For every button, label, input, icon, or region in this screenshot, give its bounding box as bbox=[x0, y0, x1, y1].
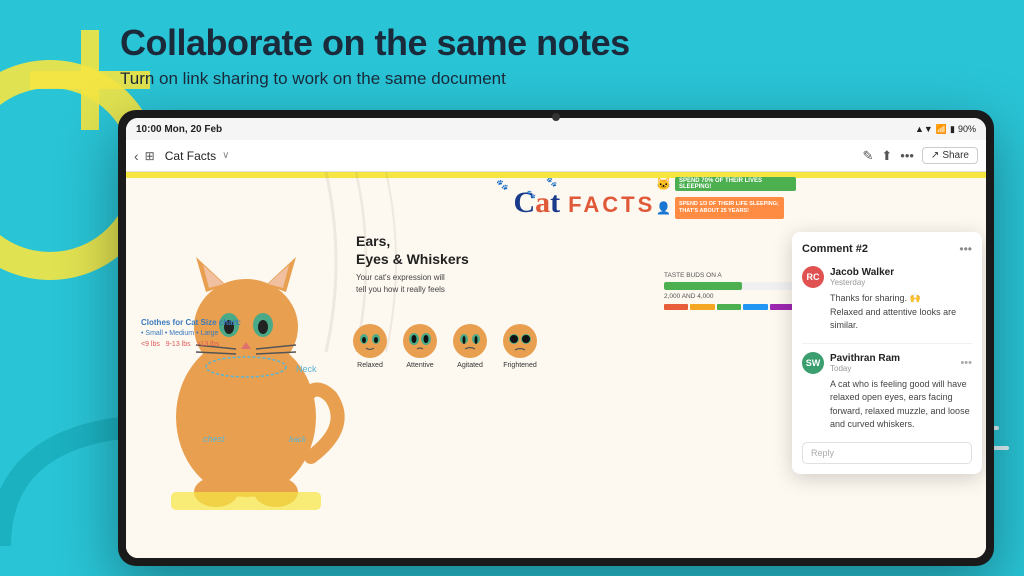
cat-emoji-1: 🐱 bbox=[656, 177, 671, 191]
ears-section-desc: Your cat's expression willtell you how i… bbox=[356, 272, 556, 294]
more-icon[interactable]: ••• bbox=[900, 148, 914, 163]
pencil-icon[interactable]: ✎ bbox=[862, 148, 873, 164]
facts-word: FACTS bbox=[568, 192, 655, 218]
battery-icon: ▮ bbox=[950, 124, 955, 135]
ears-section-title: Ears,Eyes & Whiskers bbox=[356, 232, 556, 268]
size-chart-title: Clothes for Cat Size chart: bbox=[141, 317, 241, 329]
status-icons: ▲▼ 📶 ▮ 90% bbox=[915, 124, 976, 135]
infographic-section: 🐱 SPEND 70% OF THEIR LIVES SLEEPING! 👤 bbox=[656, 177, 796, 225]
title-chevron: ∨ bbox=[222, 150, 229, 161]
svg-text:back: back bbox=[289, 435, 307, 444]
expr-attentive-label: Attentive bbox=[401, 362, 439, 369]
header-area: Collaborate on the same notes Turn on li… bbox=[120, 22, 904, 89]
chart-label-1: TASTE BUDS ON A bbox=[664, 272, 794, 279]
comment-time-2: Today bbox=[830, 364, 954, 373]
comment-item-menu-2[interactable]: ••• bbox=[960, 357, 972, 369]
comment-panel: Comment #2 ••• RC Jacob Walker Yesterday bbox=[792, 232, 982, 474]
comment-user-row-1: RC Jacob Walker Yesterday bbox=[802, 266, 972, 288]
size-chart-sizes: • Small • Medium • Large bbox=[141, 329, 241, 340]
bar1-label: SPEND 70% OF THEIR LIVES SLEEPING! bbox=[679, 178, 792, 190]
share-label: Share bbox=[942, 150, 969, 161]
expr-frightened: Frightened bbox=[501, 322, 539, 369]
reply-input[interactable]: Reply bbox=[802, 442, 972, 464]
back-button[interactable]: ‹ bbox=[134, 148, 139, 164]
color-strip bbox=[664, 304, 794, 310]
comment-user-info-2: Pavithran Ram Today bbox=[830, 353, 954, 373]
tablet-device: 10:00 Mon, 20 Feb ▲▼ 📶 ▮ 90% ‹ ⊞ Cat Fac… bbox=[118, 110, 994, 566]
comment-username-1: Jacob Walker bbox=[830, 267, 972, 278]
infographic-bar-2: 👤 SPEND 1/3 OF THEIR LIFE SLEEPING;THAT'… bbox=[656, 197, 796, 219]
expr-attentive: Attentive bbox=[401, 322, 439, 369]
right-chart: TASTE BUDS ON A 2,000 AND 4,000 bbox=[664, 272, 794, 310]
comment-item-1: RC Jacob Walker Yesterday Thanks for sha… bbox=[802, 266, 972, 333]
expr-agitated: Agitated bbox=[451, 322, 489, 369]
chart-label-2: 2,000 AND 4,000 bbox=[664, 293, 794, 300]
document-title: Cat Facts bbox=[165, 149, 216, 163]
comment-avatar-2: SW bbox=[802, 352, 824, 374]
note-content-area[interactable]: Cat FACTS 🐾 🐾 🐾 bbox=[126, 172, 986, 558]
chart-bar-fill-1 bbox=[664, 282, 742, 290]
tablet-container: 10:00 Mon, 20 Feb ▲▼ 📶 ▮ 90% ‹ ⊞ Cat Fac… bbox=[118, 110, 994, 566]
size-small: <9 lbs 9-13 lbs >13 lbs bbox=[141, 340, 241, 351]
comment-user-row-2: SW Pavithran Ram Today ••• bbox=[802, 352, 972, 374]
expr-relaxed-label: Relaxed bbox=[351, 362, 389, 369]
cat-word: Cat bbox=[513, 186, 560, 220]
comment-item-2: SW Pavithran Ram Today ••• A cat who is … bbox=[802, 352, 972, 432]
export-icon[interactable]: ⬆ bbox=[881, 148, 892, 164]
bar2-label: SPEND 1/3 OF THEIR LIFE SLEEPING;THAT'S … bbox=[679, 201, 779, 215]
status-time: 10:00 Mon, 20 Feb bbox=[136, 124, 222, 135]
paw-print-3: 🐾 bbox=[546, 177, 557, 188]
main-heading: Collaborate on the same notes bbox=[120, 22, 904, 63]
share-button[interactable]: ↗ Share bbox=[922, 147, 978, 164]
tablet-camera bbox=[552, 113, 560, 121]
comment-text-2: A cat who is feeling good will have rela… bbox=[802, 378, 972, 432]
tablet-screen: 10:00 Mon, 20 Feb ▲▼ 📶 ▮ 90% ‹ ⊞ Cat Fac… bbox=[126, 118, 986, 558]
reply-placeholder: Reply bbox=[811, 448, 834, 458]
comment-divider bbox=[802, 343, 972, 344]
share-icon: ↗ bbox=[931, 150, 939, 161]
avatar-initials-2: SW bbox=[806, 358, 821, 368]
wifi-icon: 📶 bbox=[936, 124, 947, 135]
sub-heading: Turn on link sharing to work on the same… bbox=[120, 69, 904, 89]
expr-relaxed: Relaxed bbox=[351, 322, 389, 369]
signal-icon: ▲▼ bbox=[915, 124, 933, 134]
infographic-bar-1: 🐱 SPEND 70% OF THEIR LIVES SLEEPING! bbox=[656, 177, 796, 191]
expr-frightened-label: Frightened bbox=[501, 362, 539, 369]
comment-panel-title: Comment #2 bbox=[802, 243, 868, 255]
svg-text:Neck: Neck bbox=[296, 364, 317, 374]
comment-username-2: Pavithran Ram bbox=[830, 353, 954, 364]
comment-text-1: Thanks for sharing. 🙌Relaxed and attenti… bbox=[802, 292, 972, 333]
comment-header-menu[interactable]: ••• bbox=[959, 242, 972, 256]
comment-avatar-1: RC bbox=[802, 266, 824, 288]
person-emoji: 👤 bbox=[656, 201, 671, 215]
paw-print-2: 🐾 bbox=[526, 190, 536, 199]
status-bar: 10:00 Mon, 20 Feb ▲▼ 📶 ▮ 90% bbox=[126, 118, 986, 140]
expr-agitated-label: Agitated bbox=[451, 362, 489, 369]
comment-panel-header: Comment #2 ••• bbox=[802, 242, 972, 256]
comment-user-info-1: Jacob Walker Yesterday bbox=[830, 267, 972, 287]
battery-percent: 90% bbox=[958, 124, 976, 134]
grid-icon[interactable]: ⊞ bbox=[145, 149, 155, 163]
comment-time-1: Yesterday bbox=[830, 278, 972, 287]
toolbar-actions: ✎ ⬆ ••• ↗ Share bbox=[862, 147, 978, 164]
app-toolbar: ‹ ⊞ Cat Facts ∨ ✎ ⬆ ••• ↗ Share bbox=[126, 140, 986, 172]
paw-print-1: 🐾 bbox=[496, 180, 508, 191]
ears-eyes-section: Ears,Eyes & Whiskers Your cat's expressi… bbox=[356, 232, 556, 295]
size-chart-label: Clothes for Cat Size chart: • Small • Me… bbox=[141, 317, 241, 350]
svg-text:chest: chest bbox=[203, 434, 225, 444]
cat-illustration: Neck chest back bbox=[141, 197, 351, 517]
cat-expressions: Relaxed Attenti bbox=[351, 322, 539, 369]
avatar-initials-1: RC bbox=[807, 272, 820, 282]
chart-bar-bg-1 bbox=[664, 282, 794, 290]
